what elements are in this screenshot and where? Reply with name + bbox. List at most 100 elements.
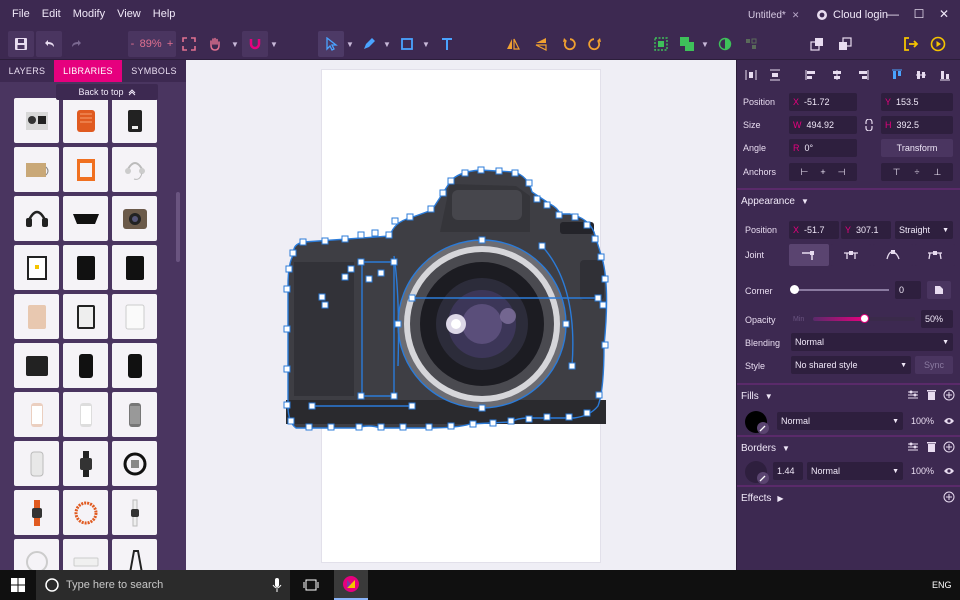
align-center-horizontal-icon[interactable] [829, 67, 845, 83]
anchor-middle-icon[interactable]: ÷ [915, 167, 920, 177]
rotate-left-button[interactable] [558, 31, 580, 57]
position-y-field[interactable]: Y 153.5 [881, 93, 953, 111]
hand-tool-dropdown[interactable]: ▼ [230, 31, 240, 57]
shape-tool-button[interactable] [396, 31, 418, 57]
flip-horizontal-button[interactable] [502, 31, 524, 57]
shape-tool-dropdown[interactable]: ▼ [421, 31, 431, 57]
select-tool-dropdown[interactable]: ▼ [345, 31, 355, 57]
joint-disconnected-button[interactable] [915, 244, 955, 266]
anchor-bottom-icon[interactable]: ⊥ [933, 167, 941, 178]
undo-button[interactable] [36, 31, 62, 57]
position-x-field[interactable]: X -51.72 [789, 93, 857, 111]
opacity-slider-handle[interactable] [860, 314, 869, 323]
menu-view[interactable]: View [111, 8, 147, 20]
anchor-left-icon[interactable]: ⊢ [801, 167, 809, 178]
fill-eyedropper-icon[interactable] [757, 422, 769, 434]
joint-mirrored-button[interactable] [831, 244, 871, 266]
sync-button[interactable]: Sync [915, 356, 953, 374]
library-item[interactable] [63, 98, 108, 143]
library-item[interactable] [112, 98, 157, 143]
taskbar-search-box[interactable]: Type here to search [36, 570, 290, 600]
library-item[interactable] [112, 147, 157, 192]
borders-add-icon[interactable] [941, 439, 957, 455]
document-tab[interactable]: Untitled* ✕ [748, 5, 799, 25]
mask-button[interactable] [714, 31, 736, 57]
fill-visibility-eye-icon[interactable] [941, 413, 957, 429]
angle-field[interactable]: R 0° [789, 139, 857, 157]
language-indicator[interactable]: ENG [932, 580, 952, 590]
library-item[interactable] [63, 196, 108, 241]
scatter-button[interactable] [740, 31, 762, 57]
boolean-dropdown[interactable]: ▼ [700, 31, 710, 57]
anchor-top-icon[interactable]: ⊤ [893, 167, 901, 178]
menu-file[interactable]: File [0, 8, 36, 20]
border-visibility-eye-icon[interactable] [941, 463, 957, 479]
library-item[interactable] [14, 294, 59, 339]
fill-opacity-value[interactable]: 100% [911, 416, 934, 426]
size-width-field[interactable]: W 494.92 [789, 116, 857, 134]
zoom-value[interactable]: 89% [140, 38, 162, 50]
menu-edit[interactable]: Edit [36, 8, 67, 20]
maximize-button[interactable]: ☐ [909, 4, 929, 24]
zoom-in-button[interactable]: + [167, 38, 173, 50]
redo-button[interactable] [64, 31, 90, 57]
back-to-top-button[interactable]: Back to top [56, 84, 158, 100]
border-blend-dropdown[interactable]: Normal ▼ [807, 462, 903, 480]
tab-symbols[interactable]: SYMBOLS [122, 60, 186, 82]
pen-tool-dropdown[interactable]: ▼ [382, 31, 392, 57]
save-button[interactable] [8, 31, 34, 57]
corner-options-button[interactable] [927, 281, 951, 299]
minimize-button[interactable]: — [883, 4, 903, 24]
align-left-icon[interactable] [803, 67, 819, 83]
joint-straight-button[interactable] [789, 244, 829, 266]
borders-delete-icon[interactable] [923, 439, 939, 455]
effects-add-icon[interactable] [941, 489, 957, 505]
library-item[interactable] [14, 147, 59, 192]
align-bottom-icon[interactable] [937, 67, 953, 83]
bring-forward-button[interactable] [806, 31, 828, 57]
left-panel-scrollbar[interactable] [176, 192, 180, 262]
snap-dropdown[interactable]: ▼ [269, 31, 279, 57]
corner-slider-track[interactable] [793, 289, 889, 291]
library-item[interactable] [112, 441, 157, 486]
zoom-out-button[interactable]: - [131, 38, 135, 50]
anchor-center-icon[interactable]: + [820, 167, 825, 177]
tab-libraries[interactable]: LIBRARIES [54, 60, 122, 82]
corner-value-field[interactable]: 0 [895, 281, 921, 299]
library-item[interactable] [112, 343, 157, 388]
tab-layers[interactable]: LAYERS [0, 60, 54, 82]
hand-tool-button[interactable] [204, 31, 226, 57]
corner-slider-handle[interactable] [790, 285, 799, 294]
group-button[interactable] [650, 31, 672, 57]
align-middle-vertical-icon[interactable] [913, 67, 929, 83]
border-width-field[interactable]: 1.44 [773, 462, 803, 480]
library-item[interactable] [14, 196, 59, 241]
task-view-icon[interactable] [302, 577, 320, 593]
rotate-right-button[interactable] [584, 31, 606, 57]
opacity-value-field[interactable]: 50% [921, 310, 953, 328]
taskbar-app-gravit[interactable] [334, 570, 368, 600]
snap-magnet-button[interactable] [242, 31, 268, 57]
library-item[interactable] [63, 147, 108, 192]
align-top-icon[interactable] [889, 67, 905, 83]
library-item[interactable] [14, 441, 59, 486]
canvas-area[interactable] [186, 60, 736, 570]
anchor-right-icon[interactable]: ⊣ [838, 167, 846, 178]
distribute-vertical-icon[interactable] [767, 67, 783, 83]
fills-delete-icon[interactable] [923, 387, 939, 403]
camera-drawing[interactable] [282, 166, 622, 446]
library-item[interactable] [14, 98, 59, 143]
close-window-button[interactable]: ✕ [934, 4, 954, 24]
library-item[interactable] [63, 490, 108, 535]
send-backward-button[interactable] [834, 31, 856, 57]
borders-settings-icon[interactable] [905, 439, 921, 455]
cloud-login-button[interactable]: Cloud login [816, 5, 888, 25]
library-item[interactable] [63, 392, 108, 437]
align-right-icon[interactable] [855, 67, 871, 83]
border-opacity-value[interactable]: 100% [911, 466, 934, 476]
fills-add-icon[interactable] [941, 387, 957, 403]
menu-modify[interactable]: Modify [67, 8, 111, 20]
library-item[interactable] [63, 343, 108, 388]
library-item[interactable] [14, 392, 59, 437]
fill-blend-dropdown[interactable]: Normal ▼ [777, 412, 903, 430]
